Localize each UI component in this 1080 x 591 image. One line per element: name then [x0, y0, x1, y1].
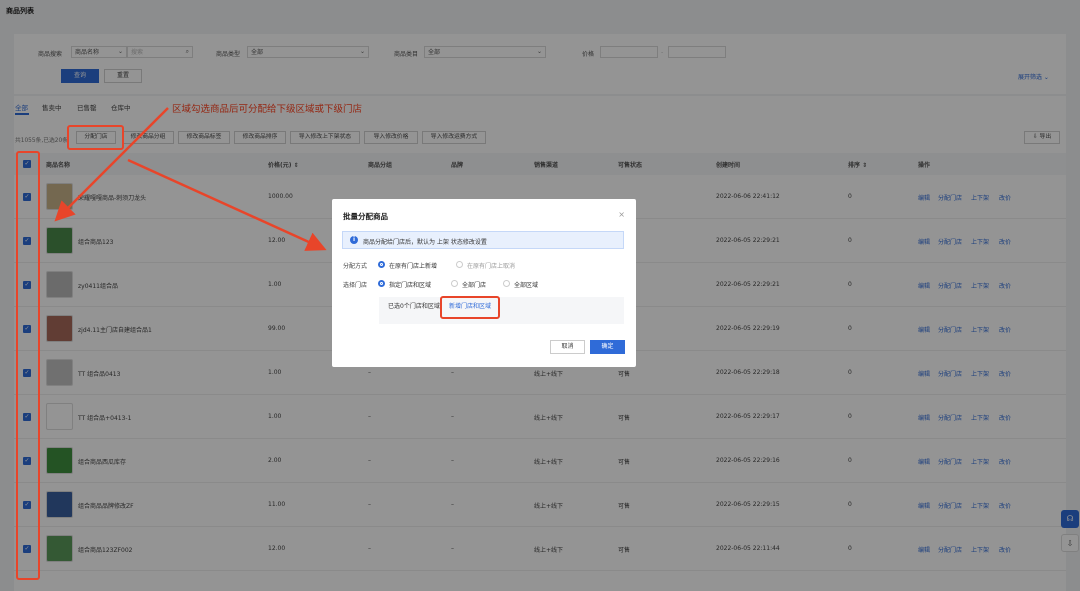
- info-icon: i: [350, 236, 358, 244]
- store-specified-radio[interactable]: [378, 280, 385, 287]
- selected-count-text: 已选0个门店和区域: [388, 303, 440, 310]
- info-bar: i 商品分配给门店后，默认为 上架 状态修改设置: [342, 231, 624, 249]
- store-all-label[interactable]: 全部门店: [462, 280, 486, 289]
- method-add-radio[interactable]: [378, 261, 385, 268]
- cancel-button[interactable]: 取消: [550, 340, 585, 354]
- batch-assign-modal: 批量分配商品 × i 商品分配给门店后，默认为 上架 状态修改设置 分配方式 在…: [332, 199, 636, 367]
- method-label: 分配方式: [343, 263, 368, 270]
- highlight-add-store: [440, 296, 500, 319]
- method-add-label[interactable]: 在原有门店上新增: [389, 261, 437, 270]
- highlight-checkboxes: [16, 151, 40, 580]
- store-all-radio[interactable]: [451, 280, 458, 287]
- method-cancel-radio[interactable]: [456, 261, 463, 268]
- highlight-assign-store: [67, 125, 124, 150]
- confirm-button[interactable]: 确定: [590, 340, 625, 354]
- store-specified-label[interactable]: 指定门店和区域: [389, 280, 431, 289]
- region-all-radio[interactable]: [503, 280, 510, 287]
- modal-title: 批量分配商品: [343, 212, 388, 221]
- store-label: 选择门店: [343, 282, 368, 289]
- method-cancel-label[interactable]: 在原有门店上取消: [467, 261, 515, 270]
- region-all-label[interactable]: 全部区域: [514, 280, 538, 289]
- selected-store-box: 已选0个门店和区域 新增门店和区域: [379, 297, 624, 324]
- close-icon[interactable]: ×: [618, 210, 625, 219]
- info-text: 商品分配给门店后，默认为 上架 状态修改设置: [363, 239, 487, 246]
